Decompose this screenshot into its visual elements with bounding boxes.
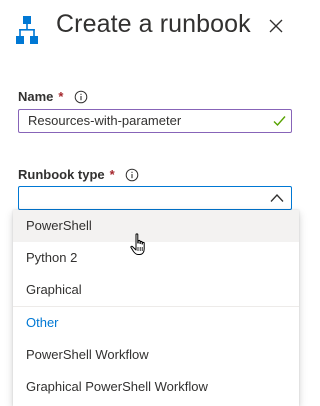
required-asterisk: * [58, 89, 64, 104]
runbook-type-label-text: Runbook type [18, 167, 105, 182]
name-label-text: Name [18, 89, 54, 104]
panel-header: Create a runbook [0, 0, 304, 56]
checkmark-icon [273, 116, 286, 127]
name-field[interactable]: Resources-with-parameter [18, 109, 292, 133]
runbook-type-label: Runbook type * [18, 167, 139, 182]
option-graphical-powershell-workflow[interactable]: Graphical PowerShell Workflow [13, 371, 299, 403]
name-label: Name * [18, 89, 88, 104]
runbook-type-dropdown: PowerShell Python 2 Graphical Other Powe… [13, 210, 299, 406]
panel-title: Create a runbook [56, 10, 251, 38]
runbook-hierarchy-icon [16, 16, 38, 44]
runbook-type-select[interactable] [18, 186, 292, 210]
option-powershell[interactable]: PowerShell [13, 210, 299, 242]
option-python-2[interactable]: Python 2 [13, 242, 299, 274]
required-asterisk: * [109, 167, 115, 182]
option-powershell-workflow[interactable]: PowerShell Workflow [13, 339, 299, 371]
chevron-up-icon [270, 194, 284, 202]
option-graphical[interactable]: Graphical [13, 274, 299, 306]
info-icon[interactable] [125, 168, 139, 182]
group-header-other: Other [26, 315, 59, 330]
close-icon[interactable] [266, 16, 286, 36]
info-icon[interactable] [74, 90, 88, 104]
name-field-value: Resources-with-parameter [28, 113, 182, 128]
